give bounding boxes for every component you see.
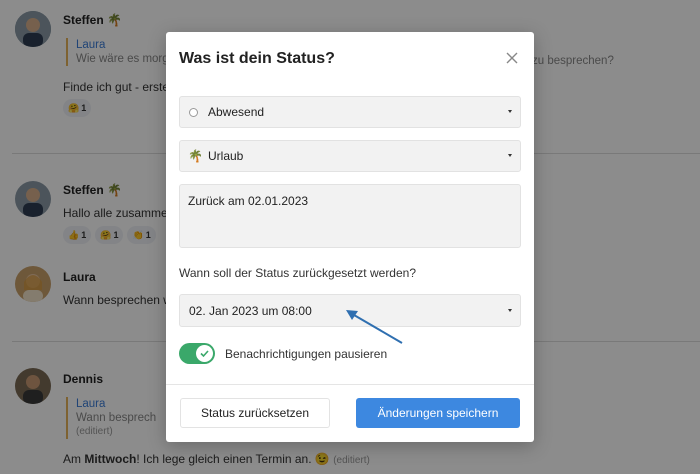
- presence-value: Abwesend: [208, 105, 265, 119]
- checkmark-icon: [200, 350, 209, 358]
- chevron-down-icon: [508, 110, 512, 113]
- close-button[interactable]: [504, 50, 520, 66]
- dialog-title: Was ist dein Status?: [179, 50, 335, 67]
- away-status-icon: [189, 108, 198, 117]
- save-changes-button[interactable]: Änderungen speichern: [356, 398, 520, 428]
- close-icon: [506, 52, 518, 64]
- reset-date-select[interactable]: 02. Jan 2023 um 08:00: [179, 294, 521, 327]
- chevron-down-icon: [508, 154, 512, 157]
- reset-question-label: Wann soll der Status zurückgesetzt werde…: [179, 266, 417, 280]
- toggle-knob: [196, 345, 213, 362]
- pause-notifications-toggle[interactable]: [179, 343, 215, 364]
- status-select[interactable]: 🌴 Urlaub: [179, 140, 521, 172]
- divider: [166, 384, 534, 385]
- chevron-down-icon: [508, 308, 512, 312]
- status-message-input[interactable]: Zurück am 02.01.2023: [179, 184, 521, 248]
- reset-status-button[interactable]: Status zurücksetzen: [180, 398, 330, 428]
- palm-tree-icon: 🌴: [188, 149, 203, 163]
- toggle-label: Benachrichtigungen pausieren: [225, 347, 388, 361]
- status-value: Urlaub: [208, 149, 244, 163]
- status-dialog: Was ist dein Status? Abwesend 🌴 Urlaub Z…: [166, 32, 534, 442]
- reset-date-value: 02. Jan 2023 um 08:00: [189, 303, 312, 318]
- presence-select[interactable]: Abwesend: [179, 96, 521, 128]
